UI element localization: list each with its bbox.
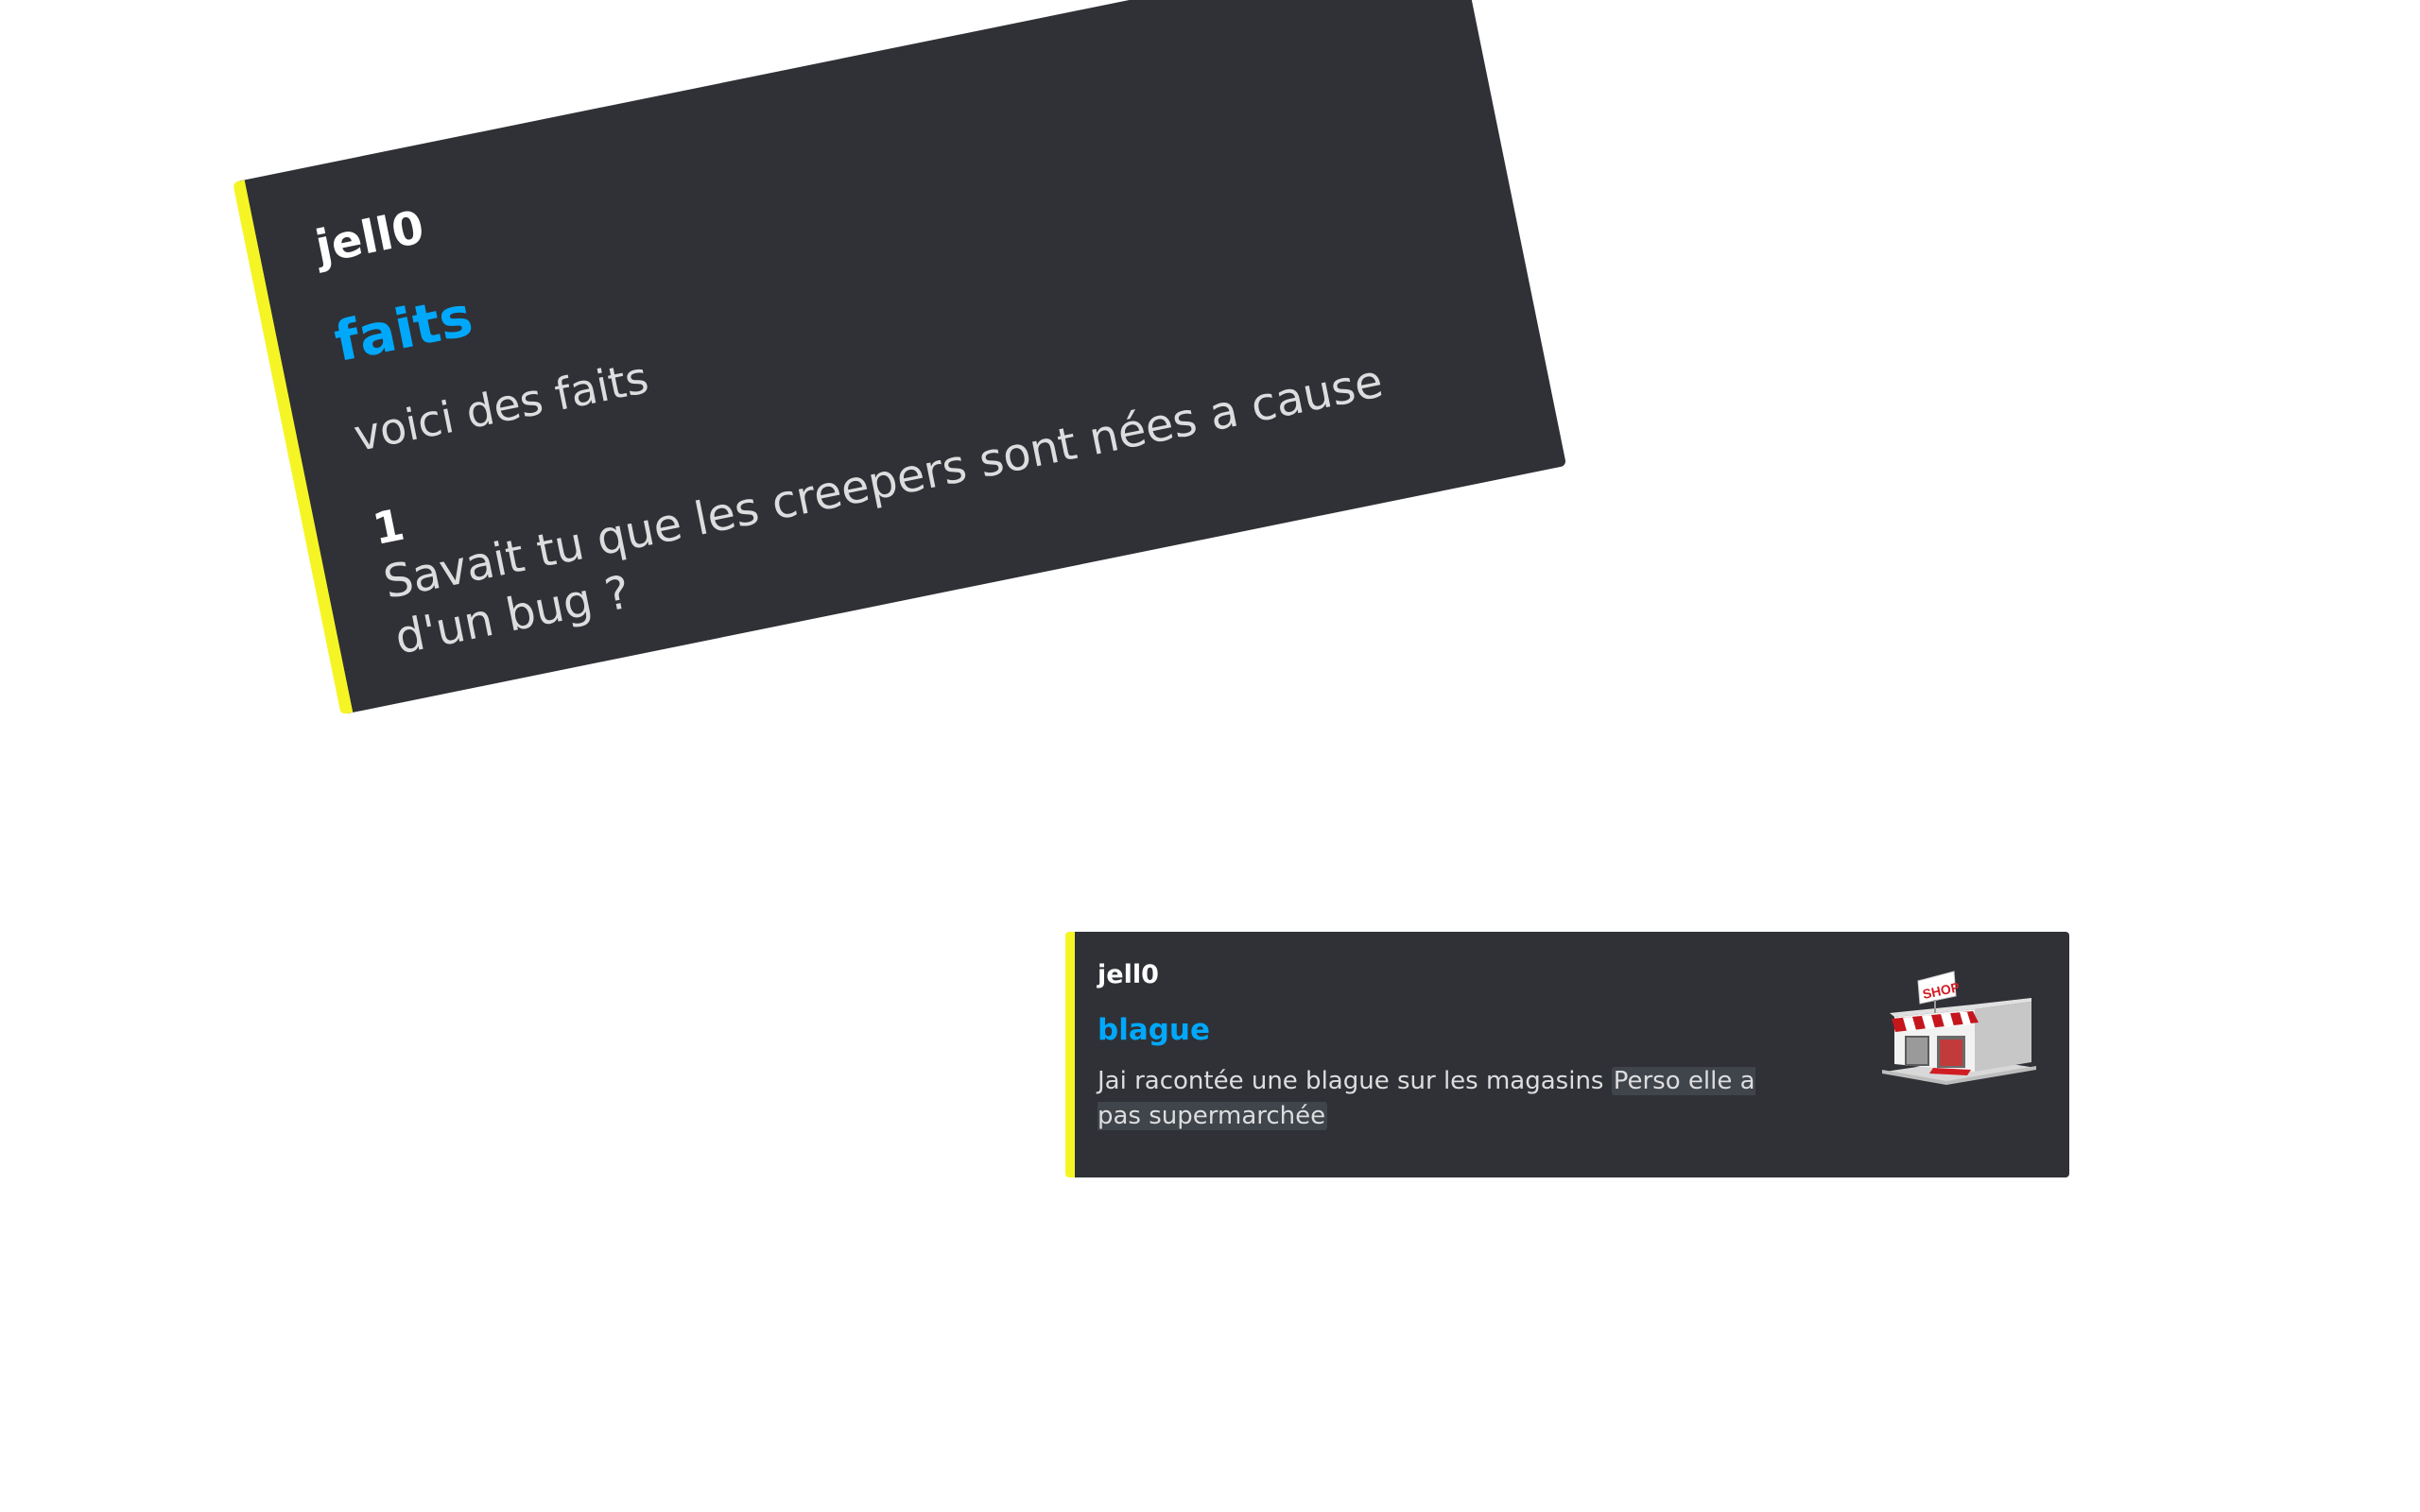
embed-description: Jai racontée une blague sur les magasins… (1098, 1064, 1778, 1134)
embed-faits: jell0 faits voici des faits 1 Savait tu … (233, 0, 1567, 715)
embed-blague: jell0 blague Jai racontée une blague sur… (1065, 932, 2069, 1177)
shop-storefront-icon[interactable]: SHOP (1880, 960, 2041, 1092)
embed-description-text: Jai racontée une blague sur les magasins (1098, 1067, 1612, 1095)
